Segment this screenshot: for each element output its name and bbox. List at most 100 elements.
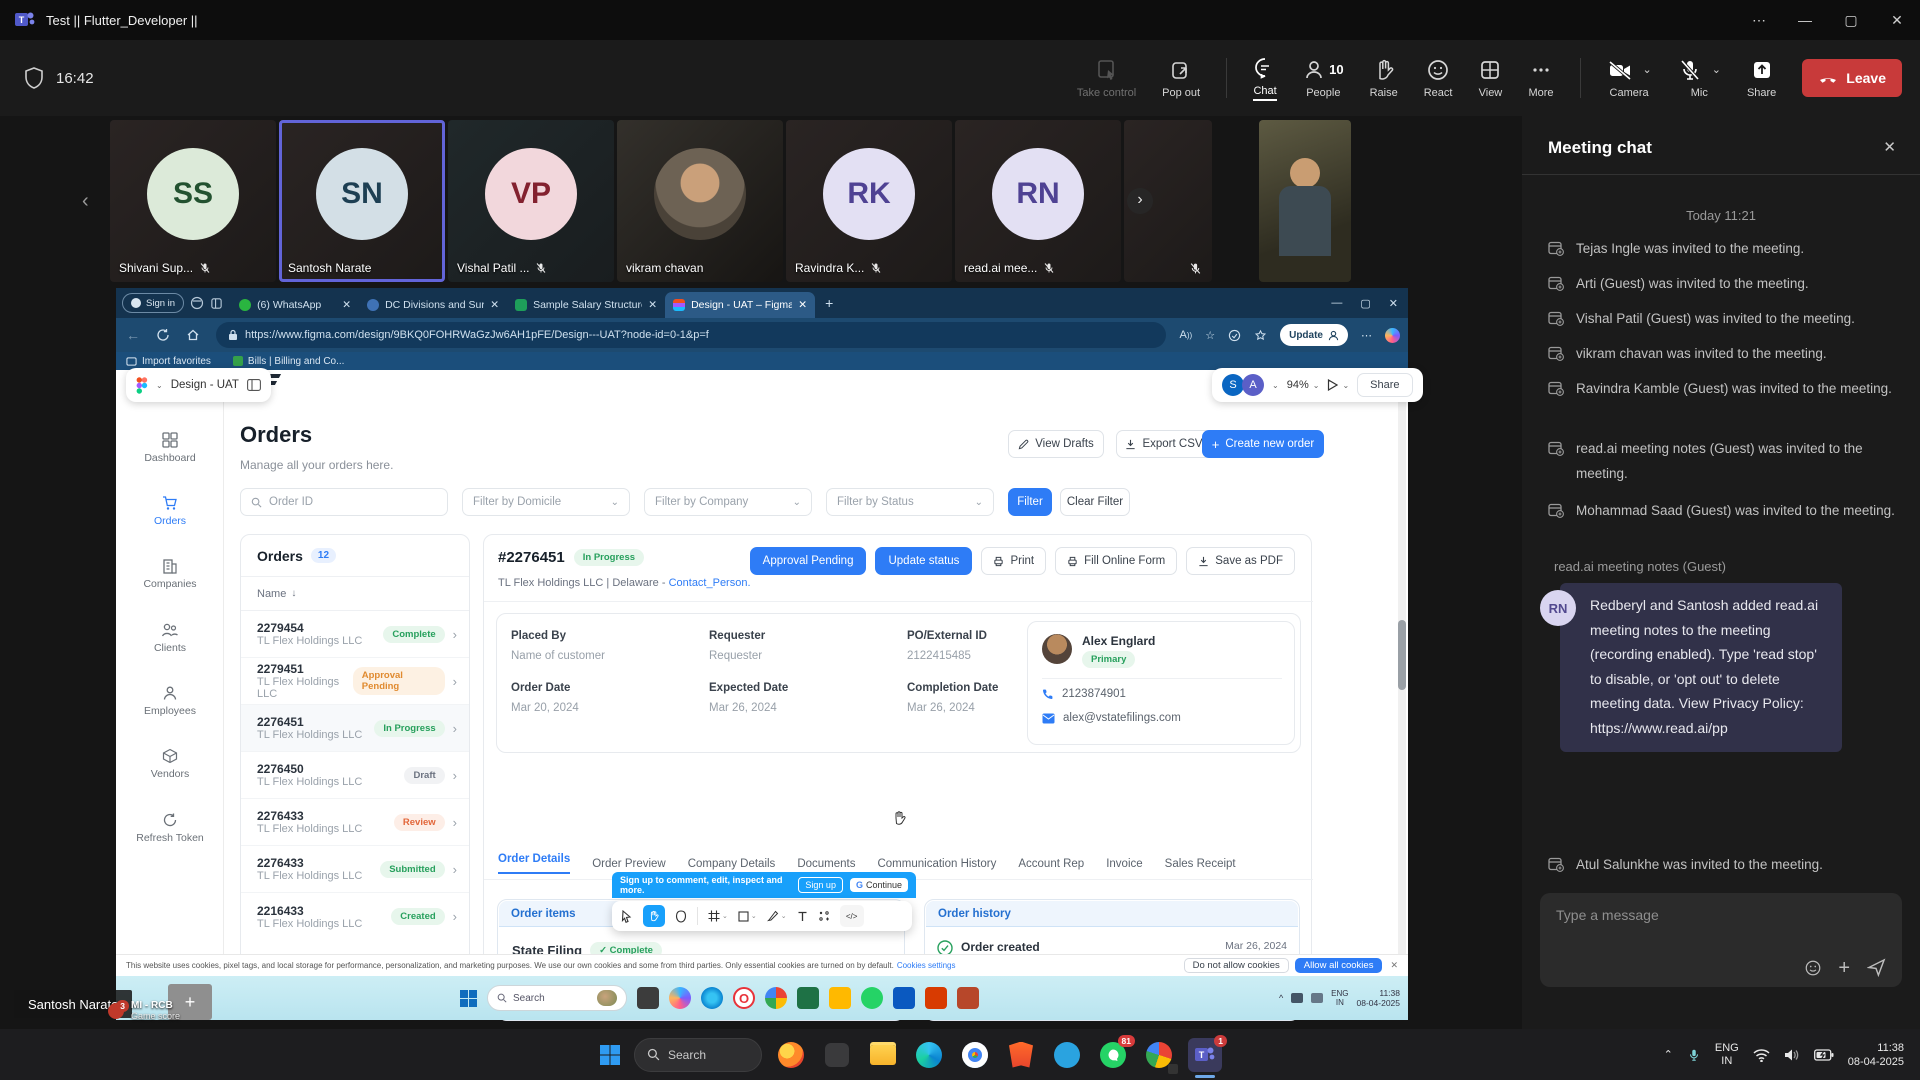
shared-app-icon[interactable] (925, 987, 947, 1009)
shared-pdf-icon[interactable] (957, 987, 979, 1009)
figma-share-button[interactable]: Share (1357, 373, 1412, 397)
shared-opera-icon[interactable]: O (733, 987, 755, 1009)
figma-logo-icon[interactable] (136, 377, 148, 394)
more-button[interactable]: More (1528, 58, 1553, 99)
update-status-button[interactable]: Update status (875, 547, 972, 575)
video-tile[interactable]: SS Shivani Sup... (110, 120, 276, 282)
workspaces-icon[interactable] (190, 296, 204, 310)
read-aloud-icon[interactable]: A)) (1180, 329, 1193, 341)
print-button[interactable]: Print (981, 547, 1046, 575)
present-control[interactable]: ⌄ (1327, 379, 1349, 391)
taskbar-search[interactable]: Search (634, 1038, 762, 1072)
dev-mode-toggle[interactable]: </> (840, 905, 864, 927)
shared-excel-icon[interactable] (797, 987, 819, 1009)
favorites-hub-icon[interactable] (1254, 329, 1267, 342)
taskbar-clock[interactable]: 11:38 08-04-2025 (1848, 1041, 1904, 1069)
tab-order-preview[interactable]: Order Preview (592, 858, 666, 870)
export-csv-button[interactable]: Export CSV (1116, 430, 1212, 458)
wifi-icon[interactable] (1753, 1048, 1770, 1062)
order-row[interactable]: 2276450TL Flex Holdings LLC Draft › (241, 752, 469, 799)
favorites-folder-bills[interactable]: Bills | Billing and Co... (233, 356, 345, 367)
minimize-button[interactable]: — (1782, 12, 1828, 28)
scrollbar-thumb[interactable] (1398, 620, 1406, 690)
contact-person-link[interactable]: Contact_Person. (669, 577, 751, 589)
contact-email[interactable]: alex@vstatefilings.com (1063, 712, 1181, 724)
view-button[interactable]: View (1478, 58, 1502, 99)
browser-essentials-icon[interactable] (1228, 329, 1241, 342)
sidebar-item-refresh-token[interactable]: Refresh Token (116, 812, 224, 844)
close-button[interactable]: ✕ (1874, 12, 1920, 29)
video-tile[interactable]: RN read.ai mee... (955, 120, 1121, 282)
browser-close-icon[interactable]: ✕ (1389, 297, 1398, 310)
create-new-order-button[interactable]: + Create new order (1202, 430, 1324, 458)
home-icon[interactable] (186, 328, 200, 342)
fill-online-form-button[interactable]: Fill Online Form (1055, 547, 1177, 575)
video-tile[interactable]: SN Santosh Narate (279, 120, 445, 282)
allow-cookies-button[interactable]: Allow all cookies (1295, 958, 1383, 973)
shape-tool[interactable]: ⌄ (738, 911, 757, 922)
whatsapp-icon[interactable]: 81 (1096, 1038, 1130, 1072)
leave-button[interactable]: Leave (1802, 59, 1902, 97)
collaborator-avatar[interactable]: A (1242, 374, 1264, 396)
maximize-button[interactable]: ▢ (1828, 12, 1874, 29)
shared-language-indicator[interactable]: ENGIN (1331, 989, 1348, 1007)
update-browser-button[interactable]: Update (1280, 324, 1348, 346)
pen-tool[interactable]: ⌄ (767, 910, 787, 922)
raise-button[interactable]: Raise (1370, 58, 1398, 99)
chat-close-icon[interactable]: ✕ (1883, 138, 1896, 156)
order-id-search-input[interactable]: Order ID (240, 488, 448, 516)
shared-search-box[interactable]: Search (487, 985, 627, 1011)
sidebar-item-companies[interactable]: Companies (116, 558, 224, 590)
file-explorer-icon[interactable] (866, 1038, 900, 1072)
filter-button[interactable]: Filter (1008, 488, 1052, 516)
order-row[interactable]: 2276433TL Flex Holdings LLC Submitted › (241, 846, 469, 893)
tab-close-icon[interactable]: ✕ (342, 299, 351, 311)
tab-actions-icon[interactable] (210, 297, 223, 310)
shared-tray-chevron-icon[interactable]: ^ (1279, 993, 1283, 1003)
edge-icon[interactable] (912, 1038, 946, 1072)
order-row[interactable]: 2279451TL Flex Holdings LLC Approval Pen… (241, 658, 469, 705)
figma-file-name[interactable]: Design - UAT (171, 379, 239, 391)
chrome-icon[interactable] (958, 1038, 992, 1072)
firefox-icon[interactable] (774, 1038, 808, 1072)
sidebar-item-clients[interactable]: Clients (116, 622, 224, 654)
people-button[interactable]: 10 People (1303, 58, 1343, 99)
pop-out-button[interactable]: Pop out (1162, 58, 1200, 99)
tab-close-icon[interactable]: ✕ (648, 299, 657, 311)
frame-tool[interactable]: ⌄ (708, 910, 728, 922)
shared-start-button[interactable] (460, 990, 477, 1007)
contact-phone[interactable]: 2123874901 (1062, 688, 1126, 700)
filter-company-dropdown[interactable]: Filter by Company⌄ (644, 488, 812, 516)
favorite-star-icon[interactable]: ☆ (1205, 329, 1215, 342)
view-drafts-button[interactable]: View Drafts (1008, 430, 1104, 458)
browser-profile-button[interactable]: Sign in (122, 293, 184, 313)
sidebar-item-employees[interactable]: Employees (116, 685, 224, 717)
shared-whatsapp-icon[interactable] (861, 987, 883, 1009)
figma-menu-chevron-icon[interactable]: ⌄ (156, 381, 163, 390)
game-score-widget[interactable]: 3 MI - RCB Game score (108, 1000, 180, 1021)
shared-app-icon[interactable] (637, 987, 659, 1009)
share-button[interactable]: Share (1747, 58, 1776, 99)
tab-documents[interactable]: Documents (797, 858, 855, 870)
shared-chrome-icon[interactable] (765, 987, 787, 1009)
react-button[interactable]: React (1424, 58, 1453, 99)
browser-tab[interactable]: (6) WhatsApp✕ (231, 292, 359, 318)
tab-account-rep[interactable]: Account Rep (1018, 858, 1084, 870)
avatars-chevron-icon[interactable]: ⌄ (1272, 381, 1279, 390)
spotlight-video-tile[interactable] (1259, 120, 1351, 282)
mic-chevron-icon[interactable]: ⌄ (1712, 63, 1721, 76)
tab-close-icon[interactable]: ✕ (798, 299, 807, 311)
tiles-scroll-left-icon[interactable]: ‹ (82, 190, 89, 213)
order-row[interactable]: 2216433TL Flex Holdings LLC Created › (241, 893, 469, 940)
copilot-icon[interactable] (1385, 328, 1400, 343)
shared-word-icon[interactable] (893, 987, 915, 1009)
shared-edge-icon[interactable] (701, 987, 723, 1009)
deny-cookies-button[interactable]: Do not allow cookies (1184, 958, 1289, 973)
mic-button[interactable]: ⌄ Mic (1678, 58, 1721, 99)
filter-status-dropdown[interactable]: Filter by Status⌄ (826, 488, 994, 516)
volume-icon[interactable] (1784, 1048, 1800, 1062)
sidebar-item-vendors[interactable]: Vendors (116, 748, 224, 780)
sidebar-item-dashboard[interactable]: Dashboard (116, 432, 224, 464)
collaborator-avatar[interactable]: S (1222, 374, 1244, 396)
video-tile[interactable]: VP Vishal Patil ... (448, 120, 614, 282)
